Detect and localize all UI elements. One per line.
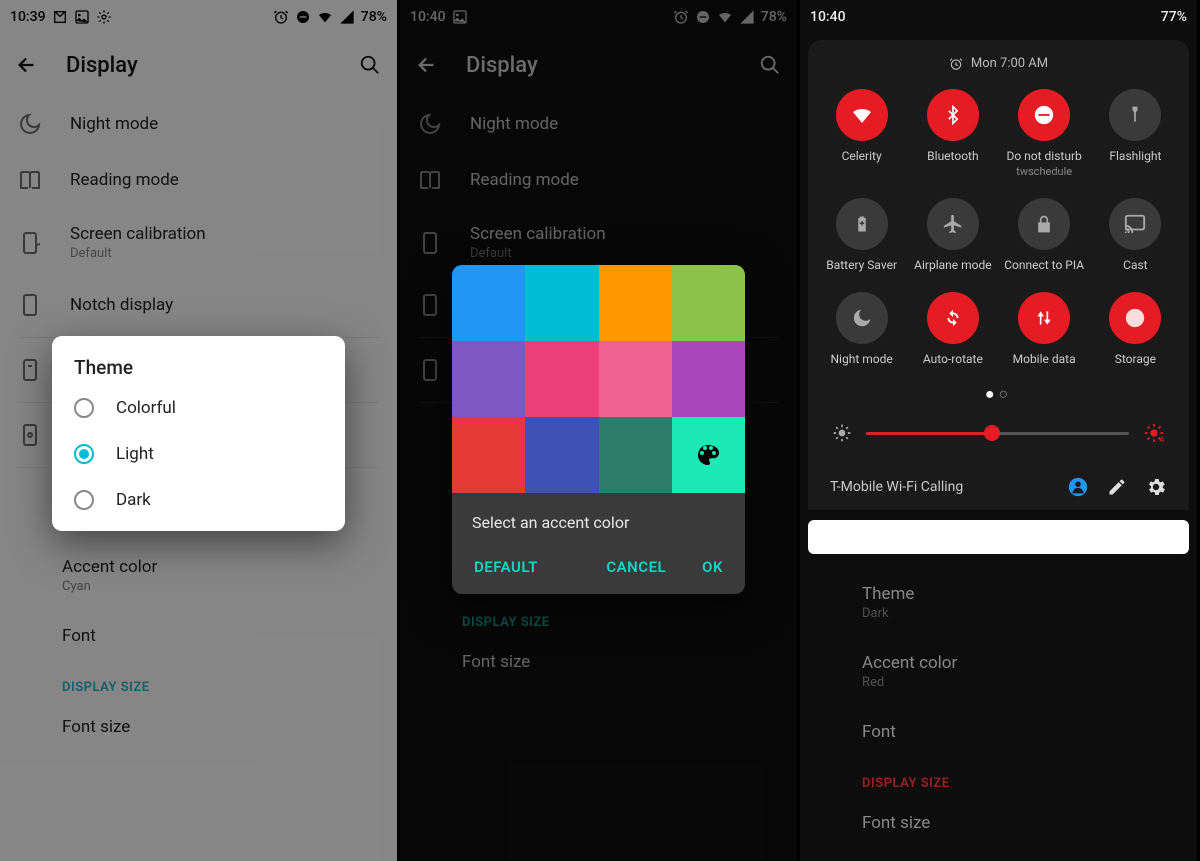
dnd-icon [1018,89,1070,141]
flashlight-icon [1109,89,1161,141]
user-icon[interactable] [1067,476,1089,498]
edit-icon[interactable] [1107,477,1127,497]
theme-option-colorful[interactable]: Colorful [52,385,345,431]
radio-unchecked-icon [74,398,94,418]
data-icon [1018,292,1070,344]
tile-bluetooth[interactable]: Bluetooth [907,89,998,178]
brightness-thumb[interactable] [984,425,1000,441]
settings-list-behind: ThemeDark Accent colorRed Font DISPLAY S… [800,560,1197,861]
storage-icon [1109,292,1161,344]
cancel-button[interactable]: CANCEL [606,558,666,576]
accent-color-dialog: Select an accent color DEFAULT CANCEL OK [452,265,745,594]
radio-checked-icon [74,444,94,464]
moon-icon [836,292,888,344]
screenshot-3-quick-settings: 10:40 77% Mon 7:00 AM Celerity Bluetooth… [800,0,1197,861]
theme-option-dark[interactable]: Dark [52,477,345,523]
tile-battery-saver[interactable]: Battery Saver [816,198,907,272]
swatch-blue[interactable] [452,265,525,341]
quick-settings-footer: T-Mobile Wi-Fi Calling [814,464,1183,510]
tile-dnd[interactable]: Do not disturb twschedule [999,89,1090,178]
color-swatch-grid [452,265,745,493]
carrier-label: T-Mobile Wi-Fi Calling [830,479,963,495]
row-accent-color: Accent colorRed [800,637,1197,706]
wifi-icon [836,89,888,141]
row-font-size: Font size [800,797,1197,849]
swatch-purple[interactable] [452,341,525,417]
gear-icon[interactable] [1145,476,1167,498]
swatch-indigo[interactable] [525,417,598,493]
tile-mobile-data[interactable]: Mobile data [999,292,1090,366]
dialog-prompt: Select an accent color [452,493,745,540]
tile-night-mode[interactable]: Night mode [816,292,907,366]
bluetooth-icon [927,89,979,141]
svg-text:A: A [1160,435,1165,444]
swatch-orange[interactable] [599,265,672,341]
section-display-size: DISPLAY SIZE [800,758,1197,797]
tile-auto-rotate[interactable]: Auto-rotate [907,292,998,366]
screenshot-2-accent-color-dialog: 10:40 78% Display Night mode Reading mod… [400,0,797,861]
quick-settings-panel: Mon 7:00 AM Celerity Bluetooth Do not di… [808,40,1189,510]
swatch-violet[interactable] [672,341,745,417]
quick-settings-grid: Celerity Bluetooth Do not disturb twsche… [814,85,1183,376]
theme-option-light[interactable]: Light [52,431,345,477]
brightness-low-icon [832,423,852,443]
tile-cast[interactable]: Cast [1090,198,1181,272]
row-theme: ThemeDark [800,568,1197,637]
tile-wifi[interactable]: Celerity [816,89,907,178]
theme-dialog: Theme Colorful Light Dark [52,336,345,531]
brightness-auto-icon[interactable]: A [1143,422,1165,444]
swatch-green[interactable] [672,265,745,341]
swatch-custom-color[interactable] [672,417,745,493]
status-time: 10:40 [810,9,846,25]
ok-button[interactable]: OK [702,558,723,576]
cast-icon [1109,198,1161,250]
rotate-icon [927,292,979,344]
lock-icon [1018,198,1070,250]
status-bar: 10:40 77% [800,0,1197,34]
status-battery: 77% [1161,9,1187,25]
default-button[interactable]: DEFAULT [474,558,538,576]
swatch-teal[interactable] [599,417,672,493]
tile-storage[interactable]: Storage [1090,292,1181,366]
page-indicator[interactable]: ●○ [814,376,1183,416]
radio-unchecked-icon [74,490,94,510]
screenshot-1-light-theme-dialog: 10:39 78% Display Night mode [0,0,397,861]
next-alarm[interactable]: Mon 7:00 AM [814,52,1183,85]
battery-icon [836,198,888,250]
tile-vpn[interactable]: Connect to PIA [999,198,1090,272]
brightness-slider[interactable]: A [814,416,1183,464]
dialog-title: Theme [52,356,345,385]
swatch-rose[interactable] [599,341,672,417]
row-font: Font [800,706,1197,758]
tile-flashlight[interactable]: Flashlight [1090,89,1181,178]
airplane-icon [927,198,979,250]
brightness-track[interactable] [866,432,1129,435]
tile-airplane[interactable]: Airplane mode [907,198,998,272]
swatch-red[interactable] [452,417,525,493]
notification-card[interactable] [808,520,1189,554]
swatch-cyan[interactable] [525,265,598,341]
swatch-pink[interactable] [525,341,598,417]
